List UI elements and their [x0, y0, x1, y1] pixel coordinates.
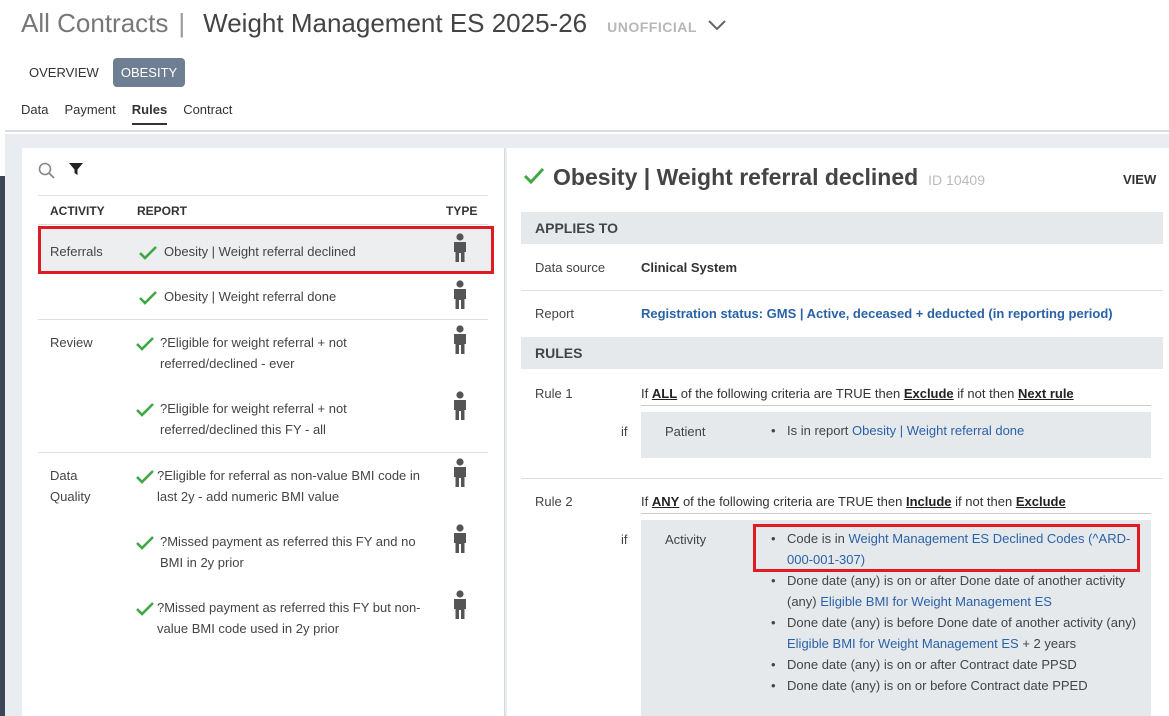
divider [521, 290, 1163, 291]
person-icon [454, 524, 466, 553]
report-label: ?Missed payment as referred this FY and … [160, 534, 416, 570]
divider [641, 513, 1151, 514]
criteria-label: Patient [665, 424, 706, 439]
criteria-link[interactable]: Eligible BMI for Weight Management ES [787, 636, 1019, 651]
rule-1-statement: If ALL of the following criteria are TRU… [641, 386, 1074, 401]
criteria-item: Done date (any) is before Done date of a… [771, 612, 1137, 654]
person-icon [454, 325, 466, 354]
group-data-quality: Data Quality ?Eligible for referral as no… [38, 452, 488, 636]
person-icon [454, 280, 466, 309]
chevron-down-icon[interactable] [707, 18, 727, 32]
all-contracts-link[interactable]: All Contracts [21, 8, 168, 39]
criteria-link[interactable]: Obesity | Weight referral done [852, 423, 1024, 438]
highlight-box [753, 524, 1140, 572]
table-row[interactable]: ?Missed payment as referred this FY but … [38, 585, 488, 651]
tab-payment[interactable]: Payment [64, 102, 115, 125]
table-row[interactable]: ?Eligible for weight referral + not refer… [38, 386, 488, 452]
title-separator: | [178, 8, 186, 38]
check-icon [136, 337, 154, 351]
report-label: Report [535, 306, 575, 321]
rule-1-label: Rule 1 [535, 386, 573, 401]
pill-obesity[interactable]: OBESITY [112, 58, 186, 87]
activity-label: Review [50, 335, 93, 350]
criteria-item: Done date (any) is on or after Done date… [771, 570, 1137, 612]
divider [521, 478, 1163, 479]
check-icon [139, 291, 157, 305]
check-icon [523, 167, 545, 185]
criteria-item: Is in report Obesity | Weight referral d… [771, 420, 1137, 441]
criteria-link[interactable]: Eligible BMI for Weight Management ES [820, 594, 1052, 609]
column-report[interactable]: REPORT [137, 204, 187, 218]
report-link[interactable]: Registration status: GMS | Active, decea… [641, 306, 1113, 321]
sub-tabs: Data Payment Rules Contract [21, 102, 248, 125]
criteria-list: Is in report Obesity | Weight referral d… [771, 420, 1137, 441]
report-label: ?Eligible for weight referral + not refer… [160, 335, 347, 371]
data-source-label: Data source [535, 260, 606, 275]
list-toolbar [38, 162, 84, 180]
rule-2-statement: If ANY of the following criteria are TRU… [641, 494, 1066, 509]
rule-2-label: Rule 2 [535, 494, 573, 509]
table-row[interactable]: ?Missed payment as referred this FY and … [38, 519, 488, 585]
person-icon [454, 458, 466, 487]
check-icon [136, 536, 154, 550]
report-label: ?Eligible for referral as non-value BMI … [157, 468, 421, 504]
criteria-label: Activity [665, 532, 707, 547]
rule-1-criteria: Patient Is in report Obesity | Weight re… [641, 412, 1151, 458]
rule-2-if: if [621, 532, 628, 547]
report-label: ?Eligible for weight referral + not refer… [160, 401, 347, 437]
report-label: ?Missed payment as referred this FY but … [157, 600, 421, 636]
search-icon[interactable] [38, 162, 56, 180]
pill-overview[interactable]: OVERVIEW [21, 58, 107, 87]
table-row[interactable]: Data Quality ?Eligible for referral as no… [38, 453, 488, 519]
detail-title-row: Obesity | Weight referral declined ID 10… [523, 164, 985, 191]
view-button[interactable]: VIEW [1123, 172, 1156, 187]
title-row: All Contracts | Weight Management ES 202… [21, 8, 727, 44]
table-row[interactable]: Obesity | Weight referral done [38, 273, 488, 319]
check-icon [136, 403, 154, 417]
applies-to-heading: APPLIES TO [521, 212, 1163, 244]
status-badge: UNOFFICIAL [607, 19, 697, 35]
filter-icon[interactable] [68, 161, 84, 177]
data-source-value: Clinical System [641, 260, 738, 275]
contract-title: Weight Management ES 2025-26 [203, 8, 588, 38]
highlight-box [38, 226, 494, 274]
criteria-item: Done date (any) is on or after Contract … [771, 654, 1137, 675]
check-icon [136, 470, 154, 484]
criteria-item: Done date (any) is on or before Contract… [771, 675, 1137, 696]
table-row[interactable]: Review ?Eligible for weight referral + n… [38, 320, 488, 386]
check-icon [136, 602, 154, 616]
rule-1-if: if [621, 424, 628, 439]
detail-title: Obesity | Weight referral declined [553, 164, 919, 190]
tab-contract[interactable]: Contract [183, 102, 232, 125]
column-type[interactable]: TYPE [446, 204, 477, 218]
person-icon [454, 590, 466, 619]
rules-heading: RULES [521, 337, 1163, 369]
tab-data[interactable]: Data [21, 102, 48, 125]
page-header: All Contracts | Weight Management ES 202… [5, 0, 1169, 132]
section-pills: OVERVIEW OBESITY [21, 58, 191, 87]
activity-label: Data Quality [50, 468, 91, 504]
tab-rules[interactable]: Rules [131, 102, 168, 125]
rule-detail-panel: Obesity | Weight referral declined ID 10… [507, 148, 1169, 716]
group-referrals: Referrals Obesity | Weight referral decl… [38, 224, 488, 309]
person-icon [454, 391, 466, 420]
divider [641, 405, 1151, 406]
detail-id: ID 10409 [928, 172, 985, 188]
group-review: Review ?Eligible for weight referral + n… [38, 319, 488, 437]
column-activity[interactable]: ACTIVITY [50, 204, 105, 218]
report-label: Obesity | Weight referral done [164, 289, 337, 304]
list-header: ACTIVITY REPORT TYPE [38, 195, 488, 219]
